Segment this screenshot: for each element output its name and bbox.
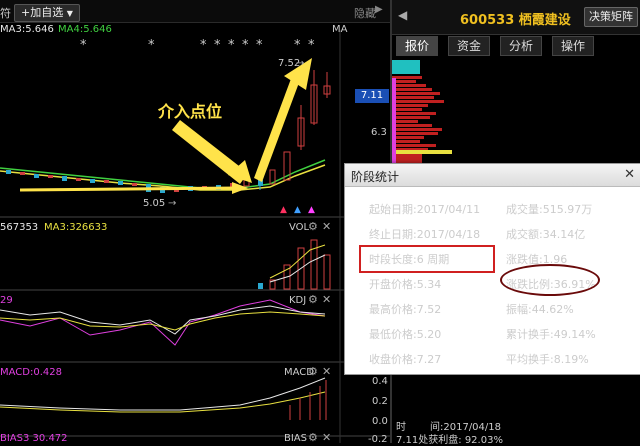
highlight-oval — [500, 264, 600, 296]
svg-text:▲: ▲ — [294, 205, 301, 215]
svg-text:▲: ▲ — [280, 205, 287, 215]
tab-quote[interactable]: 报价 — [396, 36, 439, 56]
bias-tag: BIAS — [284, 433, 307, 444]
macd-axis-tick: -0.2 — [368, 434, 388, 445]
vol-tag: VOL — [289, 222, 310, 233]
close-icon[interactable]: ✕ — [322, 365, 331, 378]
kdj-value: 29 — [0, 295, 13, 306]
current-price-tag: 7.11 — [355, 89, 389, 103]
candles — [6, 70, 331, 193]
cumulative-turnover: 累计换手:49.14% — [506, 328, 596, 341]
entry-point-annotation: 介入点位 — [158, 102, 223, 121]
high-price: 最高价格:7.52 — [369, 303, 442, 316]
macd-axis-tick: 0.2 — [372, 396, 388, 407]
tab-funds[interactable]: 资金 — [448, 36, 491, 56]
close-price: 收盘价格:7.27 — [369, 353, 442, 366]
vol-value: 567353 — [0, 222, 39, 233]
gear-icon[interactable]: ⚙ — [308, 220, 318, 233]
low-price: 最低价格:5.20 — [369, 328, 442, 341]
end-date: 终止日期:2017/04/18 — [369, 228, 481, 241]
arrow-right-icon: → — [168, 198, 177, 209]
volume: 成交量:515.97万 — [506, 203, 593, 216]
close-icon[interactable]: ✕ — [322, 431, 331, 444]
dialog-title: 阶段统计 — [351, 170, 400, 184]
volume-bars — [258, 239, 331, 290]
kdj-lines — [0, 299, 326, 346]
tab-analysis[interactable]: 分析 — [500, 36, 543, 56]
profit-ratio: 7.11处获利盘: 92.03% — [396, 435, 503, 446]
dialog-titlebar[interactable]: 阶段统计 ✕ — [345, 164, 640, 187]
close-icon[interactable]: ✕ — [624, 167, 635, 182]
arrow-right-icon: → — [296, 58, 305, 69]
close-icon[interactable]: ✕ — [322, 220, 331, 233]
tab-operation[interactable]: 操作 — [552, 36, 595, 56]
low-price-label: 5.05 — [143, 198, 166, 209]
open-price: 开盘价格:5.34 — [369, 278, 442, 291]
start-date: 起始日期:2017/04/11 — [369, 203, 481, 216]
gear-icon[interactable]: ⚙ — [308, 293, 318, 306]
decision-matrix-button[interactable]: 决策矩阵 — [584, 7, 638, 27]
bias-value: BIAS3 30.472 — [0, 433, 68, 444]
chip-distribution-chart — [392, 60, 452, 168]
svg-text:▲: ▲ — [308, 205, 315, 215]
highlight-box — [359, 245, 495, 273]
stock-title: 600533 栖霞建设 — [460, 13, 571, 28]
kdj-tag: KDJ — [289, 295, 307, 306]
vol-ma: MA3:326633 — [44, 222, 108, 233]
gear-icon[interactable]: ⚙ — [308, 431, 318, 444]
gear-icon[interactable]: ⚙ — [308, 365, 318, 378]
macd-lines — [0, 377, 327, 420]
turnover-amount: 成交额:34.14亿 — [506, 228, 586, 241]
average-turnover: 平均换手:8.19% — [506, 353, 589, 366]
chevron-left-icon[interactable]: ◀ — [398, 8, 407, 22]
close-icon[interactable]: ✕ — [322, 293, 331, 306]
price-axis-label: 6.3 — [371, 127, 387, 138]
macd-axis-tick: 0.0 — [372, 416, 388, 427]
macd-axis-tick: 0.4 — [372, 376, 388, 387]
macd-value: MACD:0.428 — [0, 367, 62, 378]
amplitude: 振幅:44.62% — [506, 303, 574, 316]
